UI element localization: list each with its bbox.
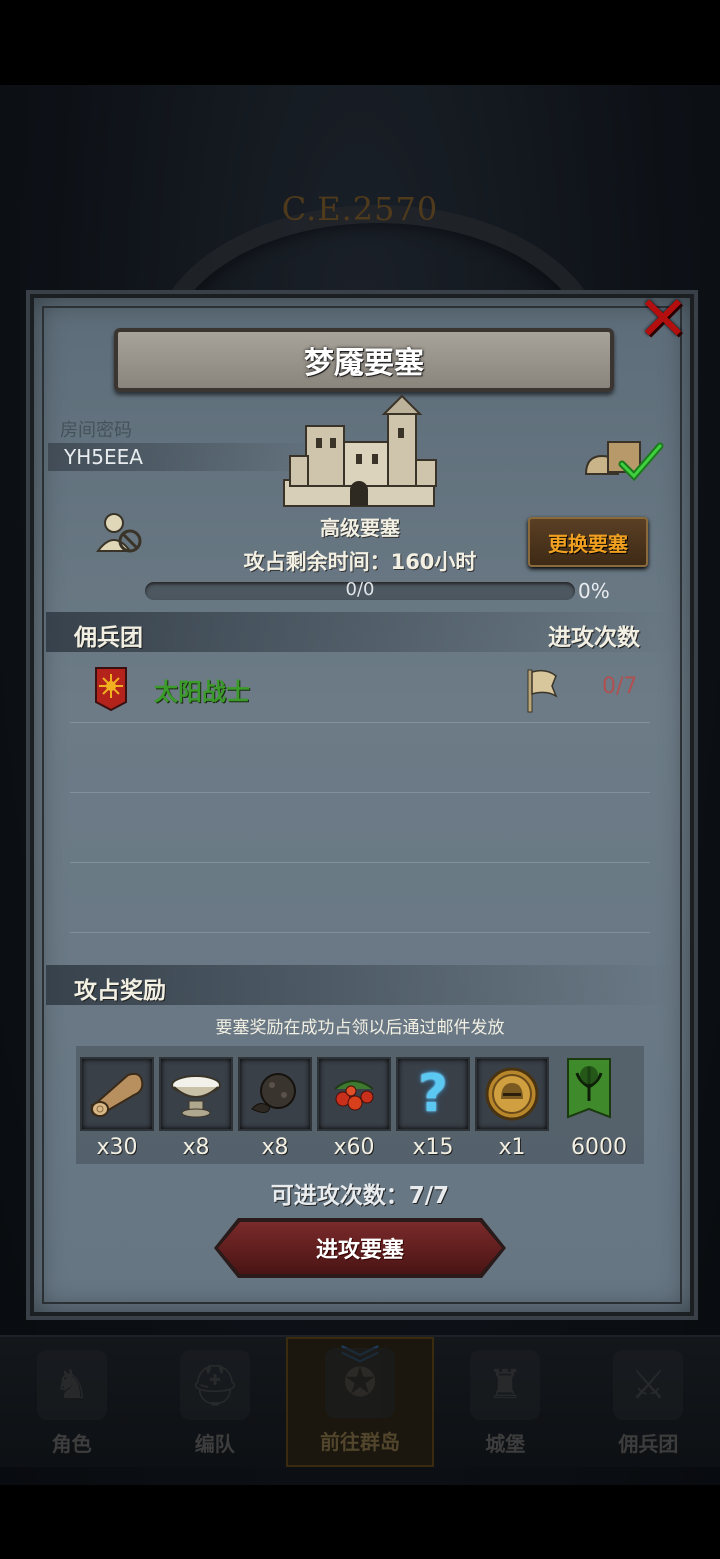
available-attempts: 可进攻次数：7/7 [270, 1183, 450, 1209]
reward-item-guild-points[interactable]: 6000 [564, 1057, 634, 1160]
fortress-castle-icon [283, 394, 437, 507]
reward-item-wood[interactable]: x30 [80, 1057, 154, 1160]
milk-bowl-icon [159, 1057, 233, 1131]
berries-icon [317, 1057, 391, 1131]
reward-qty: 6000 [571, 1135, 627, 1160]
close-button[interactable]: ✕ [636, 288, 690, 350]
attack-fortress-button[interactable]: 进攻要塞 [218, 1222, 502, 1274]
system-nav-area [0, 1485, 720, 1559]
status-bar-area [0, 0, 720, 85]
reward-qty: x15 [412, 1135, 454, 1160]
capture-progress-percent: 0% [578, 579, 610, 603]
reward-qty: x1 [498, 1135, 526, 1160]
change-fortress-label: 更换要塞 [548, 531, 628, 556]
reward-item-milk[interactable]: x8 [159, 1057, 233, 1160]
reward-qty: x8 [261, 1135, 289, 1160]
attack-count-header: 进攻次数 [548, 625, 640, 651]
reward-item-berries[interactable]: x60 [317, 1057, 391, 1160]
reward-note: 要塞奖励在成功占领以后通过邮件发放 [215, 1018, 505, 1038]
mercenary-attack-count: 0/7 [602, 674, 638, 699]
row-divider [70, 862, 650, 863]
row-divider [70, 932, 650, 933]
title-banner: 梦魇要塞 [114, 328, 614, 392]
mercenary-section-title: 佣兵团 [74, 625, 143, 651]
reward-item-truffle[interactable]: x8 [238, 1057, 312, 1160]
reward-item-helmet-coin[interactable]: x1 [475, 1057, 549, 1160]
change-fortress-button[interactable]: 更换要塞 [528, 517, 648, 567]
attack-fortress-label: 进攻要塞 [315, 1238, 404, 1263]
capture-progress-text: 0/0 [345, 579, 375, 600]
mystery-question-icon: ? [396, 1057, 470, 1131]
reward-item-mystery[interactable]: ? x15 [396, 1057, 470, 1160]
room-password-label: 房间密码 [60, 420, 132, 441]
truffle-icon [238, 1057, 312, 1131]
row-divider [70, 792, 650, 793]
row-divider [70, 722, 650, 723]
sun-banner-icon [95, 667, 127, 712]
helmet-coin-icon [475, 1057, 549, 1131]
attack-flag-icon [527, 669, 558, 713]
mercenary-name: 太阳战士 [154, 678, 250, 706]
reward-qty: x60 [333, 1135, 375, 1160]
table-row[interactable]: 太阳战士 0/7 [46, 656, 676, 722]
dialog-title: 梦魇要塞 [304, 346, 424, 381]
room-password-value: YH5EEA [64, 445, 143, 469]
reward-section-title: 攻占奖励 [74, 978, 166, 1004]
reward-claimed-icon[interactable] [582, 434, 666, 486]
leave-room-icon[interactable] [96, 511, 144, 555]
reward-qty: x8 [182, 1135, 210, 1160]
wood-log-icon [80, 1057, 154, 1131]
reward-qty: x30 [96, 1135, 138, 1160]
guild-banner-icon [567, 1058, 611, 1119]
